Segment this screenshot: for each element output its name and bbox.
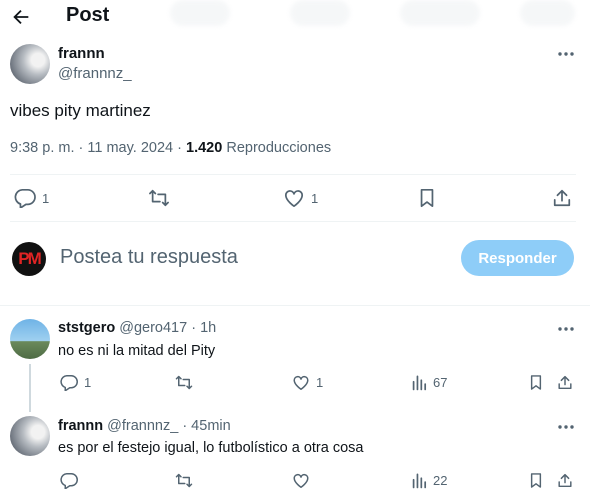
views-button[interactable]: 22 bbox=[411, 472, 447, 489]
post-time[interactable]: 9:38 p. m. bbox=[10, 140, 74, 156]
blurred-tab bbox=[400, 0, 480, 26]
like-count: 1 bbox=[311, 190, 319, 206]
views-count: 22 bbox=[433, 473, 448, 488]
author-handle[interactable]: @frannnz_ bbox=[58, 65, 132, 82]
blurred-tab bbox=[520, 0, 575, 26]
reply-text: es por el festejo igual, lo futbolístico… bbox=[58, 440, 364, 456]
views-label: Reproducciones bbox=[226, 140, 332, 156]
more-icon[interactable] bbox=[557, 326, 575, 332]
divider bbox=[0, 305, 590, 306]
header-bar: Post bbox=[0, 0, 590, 34]
separator: · bbox=[78, 140, 84, 156]
like-icon bbox=[293, 375, 309, 390]
reply-header: frannn @frannnz_ · 45min bbox=[58, 418, 231, 434]
share-icon bbox=[553, 189, 571, 207]
views-button[interactable]: 67 bbox=[411, 374, 447, 391]
post-text: vibes pity martinez bbox=[10, 101, 151, 120]
bookmark-button[interactable] bbox=[528, 472, 544, 489]
share-button[interactable] bbox=[557, 374, 573, 391]
author-name[interactable]: frannn bbox=[58, 45, 105, 62]
reply-header: ststgero @gero417 · 1h bbox=[58, 320, 216, 336]
thread-line bbox=[29, 364, 31, 412]
like-button[interactable]: 1 bbox=[283, 188, 318, 208]
like-button[interactable] bbox=[292, 472, 310, 489]
bookmark-button[interactable] bbox=[528, 374, 544, 391]
like-icon bbox=[284, 190, 304, 208]
divider bbox=[10, 174, 576, 175]
avatar[interactable] bbox=[10, 319, 50, 359]
reply-text: no es ni la mitad del Pity bbox=[58, 343, 216, 359]
views-icon bbox=[412, 375, 427, 391]
avatar-logo: PM bbox=[18, 249, 41, 268]
reply-author-name[interactable]: ststgero bbox=[58, 320, 115, 336]
reply-icon bbox=[14, 188, 36, 208]
reply-author-name[interactable]: frannn bbox=[58, 418, 103, 434]
reply-button[interactable]: 1 bbox=[60, 374, 91, 391]
reply-count: 1 bbox=[42, 190, 50, 206]
avatar[interactable]: PM bbox=[12, 242, 46, 276]
share-icon bbox=[558, 473, 572, 488]
views-icon bbox=[412, 473, 427, 489]
reply-input[interactable]: Postea tu respuesta bbox=[60, 246, 238, 269]
post-meta: 9:38 p. m. · 11 may. 2024 · 1.420 Reprod… bbox=[10, 140, 331, 156]
divider bbox=[10, 221, 576, 222]
bookmark-icon bbox=[420, 188, 434, 208]
repost-icon bbox=[175, 375, 193, 390]
blurred-tab bbox=[170, 0, 230, 26]
reply-time[interactable]: · 1h bbox=[191, 320, 216, 336]
share-button[interactable] bbox=[557, 472, 573, 489]
like-icon bbox=[293, 473, 309, 488]
views-count: 1.420 bbox=[186, 140, 223, 156]
bookmark-icon bbox=[530, 375, 542, 390]
bookmark-button[interactable] bbox=[417, 188, 437, 208]
reply-button[interactable] bbox=[60, 472, 78, 489]
like-button[interactable]: 1 bbox=[292, 374, 323, 391]
back-arrow-icon[interactable] bbox=[10, 6, 32, 28]
reply-count: 1 bbox=[84, 375, 92, 390]
reply-time[interactable]: · 45min bbox=[182, 418, 230, 434]
bookmark-icon bbox=[530, 473, 542, 488]
separator: · bbox=[177, 140, 182, 156]
repost-icon bbox=[149, 189, 169, 207]
share-icon bbox=[558, 375, 572, 390]
like-count: 1 bbox=[316, 375, 324, 390]
repost-icon bbox=[175, 473, 193, 488]
page-title: Post bbox=[66, 4, 110, 26]
reply-author-handle[interactable]: @gero417 bbox=[119, 320, 187, 336]
repost-button[interactable] bbox=[175, 374, 193, 391]
more-icon[interactable] bbox=[557, 51, 575, 57]
repost-button[interactable] bbox=[175, 472, 193, 489]
post-date[interactable]: 11 may. 2024 bbox=[87, 140, 173, 156]
avatar[interactable] bbox=[10, 44, 50, 84]
reply-button[interactable]: 1 bbox=[14, 188, 49, 208]
more-icon[interactable] bbox=[557, 424, 575, 430]
reply-author-handle[interactable]: @frannnz_ bbox=[107, 418, 178, 434]
repost-button[interactable] bbox=[148, 188, 170, 208]
reply-icon bbox=[60, 375, 78, 391]
blurred-tab bbox=[290, 0, 350, 26]
reply-icon bbox=[60, 473, 78, 489]
share-button[interactable] bbox=[552, 188, 572, 208]
reply-submit-button[interactable]: Responder bbox=[461, 240, 574, 276]
avatar[interactable] bbox=[10, 416, 50, 456]
views-count: 67 bbox=[433, 375, 448, 390]
